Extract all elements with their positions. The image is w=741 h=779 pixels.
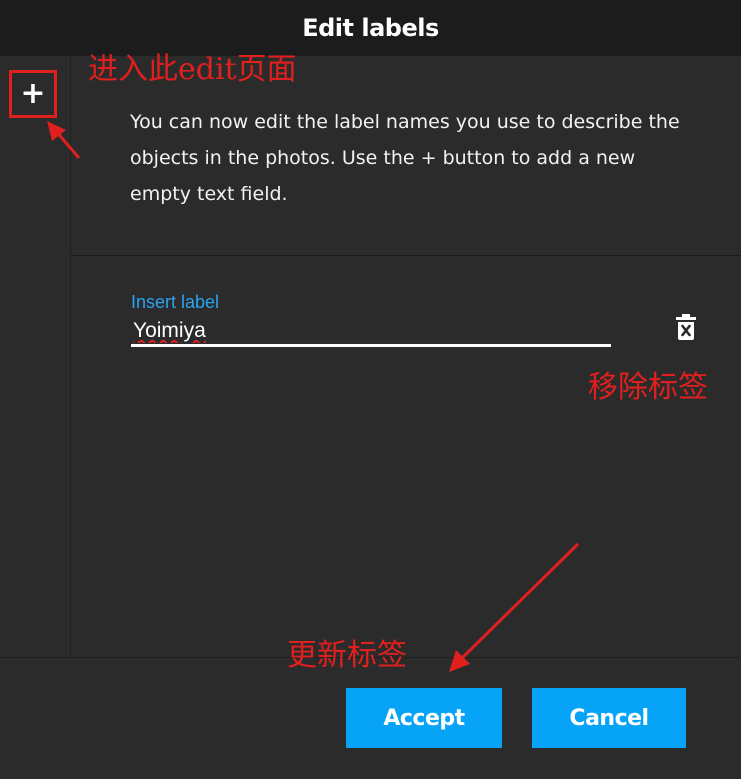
annotation-add: 进入此edit页面 bbox=[88, 52, 297, 87]
dialog-title: Edit labels bbox=[302, 14, 439, 42]
cancel-button[interactable]: Cancel bbox=[532, 688, 686, 748]
delete-label-button[interactable] bbox=[671, 312, 701, 342]
divider bbox=[71, 255, 741, 256]
accept-button[interactable]: Accept bbox=[346, 688, 502, 748]
main-panel: You can now edit the label names you use… bbox=[71, 56, 741, 657]
annotation-remove: 移除标签 bbox=[588, 370, 708, 405]
plus-icon: + bbox=[20, 76, 46, 111]
description-text: You can now edit the label names you use… bbox=[130, 111, 680, 205]
label-input[interactable] bbox=[131, 317, 611, 347]
dialog-footer: Accept Cancel bbox=[0, 657, 741, 779]
trash-x-icon bbox=[676, 314, 696, 340]
sidebar: + bbox=[0, 56, 71, 657]
add-label-button[interactable]: + bbox=[9, 70, 57, 118]
annotation-update: 更新标签 bbox=[287, 638, 407, 673]
field-label: Insert label bbox=[131, 292, 220, 312]
